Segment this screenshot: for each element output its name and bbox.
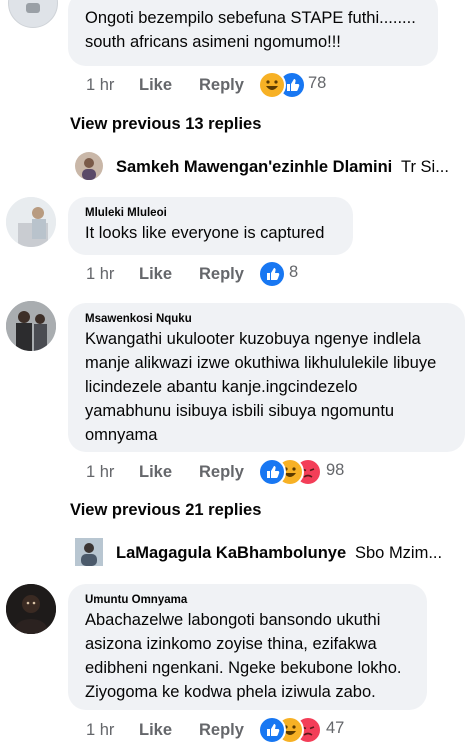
timestamp[interactable]: 1 hr xyxy=(86,73,114,97)
reply-button[interactable]: Reply xyxy=(199,262,244,286)
reply-preview[interactable]: Samkeh Mawengan'ezinhle Dlamini Tr Si... xyxy=(75,152,475,182)
reactions[interactable]: 8 xyxy=(258,260,318,288)
comment-actions: 1 hr Like Reply 98 xyxy=(86,458,466,486)
reactions[interactable]: 47 xyxy=(258,716,368,744)
reply-snippet: Sbo Mzim... xyxy=(355,544,443,562)
comment-text: edibheni ngenkani. Ngeke bekubone lokho. xyxy=(85,659,402,677)
comment-bubble[interactable]: Umuntu Omnyama Abachazelwe labongoti ban… xyxy=(68,584,427,710)
comment-text: omnyama xyxy=(85,426,158,444)
timestamp[interactable]: 1 hr xyxy=(86,718,114,742)
reaction-count: 78 xyxy=(308,74,327,92)
like-icon xyxy=(258,458,286,486)
reactions[interactable]: 78 xyxy=(258,71,348,99)
reactions[interactable]: 98 xyxy=(258,458,368,486)
reply-preview[interactable]: LaMagagula KaBhambolunye Sbo Mzim... xyxy=(75,538,475,568)
avatar[interactable] xyxy=(6,197,56,247)
like-button[interactable]: Like xyxy=(139,73,172,97)
reply-author: Samkeh Mawengan'ezinhle Dlamini xyxy=(116,158,393,176)
comment-actions: 1 hr Like Reply 78 xyxy=(86,71,466,99)
comment-text: yamabhunu isibuya isbili sibuya ngomuntu xyxy=(85,402,395,420)
comment-text: licindezele abantu kanje.ingcindezelo xyxy=(85,378,358,396)
reaction-count: 47 xyxy=(326,719,345,737)
comment-text: asizona izinkomo zoyise thina, ezifakwa xyxy=(85,635,377,653)
timestamp[interactable]: 1 hr xyxy=(86,262,114,286)
comment-text: south africans asimeni ngomumo!!! xyxy=(85,33,341,51)
avatar[interactable] xyxy=(6,301,56,351)
reply-button[interactable]: Reply xyxy=(199,73,244,97)
reaction-count: 98 xyxy=(326,461,345,479)
view-previous-replies[interactable]: View previous 21 replies xyxy=(70,498,261,522)
timestamp[interactable]: 1 hr xyxy=(86,460,114,484)
comment-author[interactable]: Umuntu Omnyama xyxy=(85,592,413,608)
comment-actions: 1 hr Like Reply 8 xyxy=(86,260,466,288)
comment-actions: 1 hr Like Reply 47 xyxy=(86,716,466,744)
like-icon xyxy=(258,260,286,288)
comment-text: Ziyogoma ke kodwa phela iziwula zabo. xyxy=(85,683,376,701)
like-icon xyxy=(258,716,286,744)
comment-text: Abachazelwe labongoti bansondo ukuthi xyxy=(85,611,381,629)
view-previous-replies[interactable]: View previous 13 replies xyxy=(70,112,261,136)
comment-text: Kwangathi ukulooter kuzobuya ngenye indl… xyxy=(85,330,421,348)
reaction-count: 8 xyxy=(289,263,299,281)
comment-author[interactable]: Mluleki Mluleoi xyxy=(85,205,339,221)
avatar xyxy=(75,538,103,566)
comment-text: It looks like everyone is captured xyxy=(85,224,325,242)
haha-icon xyxy=(258,71,286,99)
reply-author: LaMagagula KaBhambolunye xyxy=(116,544,347,562)
like-button[interactable]: Like xyxy=(139,718,172,742)
comment-bubble[interactable]: Msawenkosi Nquku Kwangathi ukulooter kuz… xyxy=(68,303,465,452)
comment-author[interactable]: Msawenkosi Nquku xyxy=(85,311,451,327)
comment-text: Ongoti bezempilo sebefuna STAPE futhi...… xyxy=(85,9,416,27)
avatar xyxy=(75,152,103,180)
like-button[interactable]: Like xyxy=(139,262,172,286)
comment-bubble[interactable]: Ongoti bezempilo sebefuna STAPE futhi...… xyxy=(68,0,438,66)
reply-snippet: Tr Si... xyxy=(401,158,449,176)
reply-button[interactable]: Reply xyxy=(199,718,244,742)
comment-bubble[interactable]: Mluleki Mluleoi It looks like everyone i… xyxy=(68,197,353,255)
comment-text: manje alikwazi izwe okuthiwa likhululeki… xyxy=(85,354,437,372)
avatar[interactable] xyxy=(6,584,56,634)
avatar[interactable] xyxy=(8,0,58,28)
like-button[interactable]: Like xyxy=(139,460,172,484)
reply-button[interactable]: Reply xyxy=(199,460,244,484)
